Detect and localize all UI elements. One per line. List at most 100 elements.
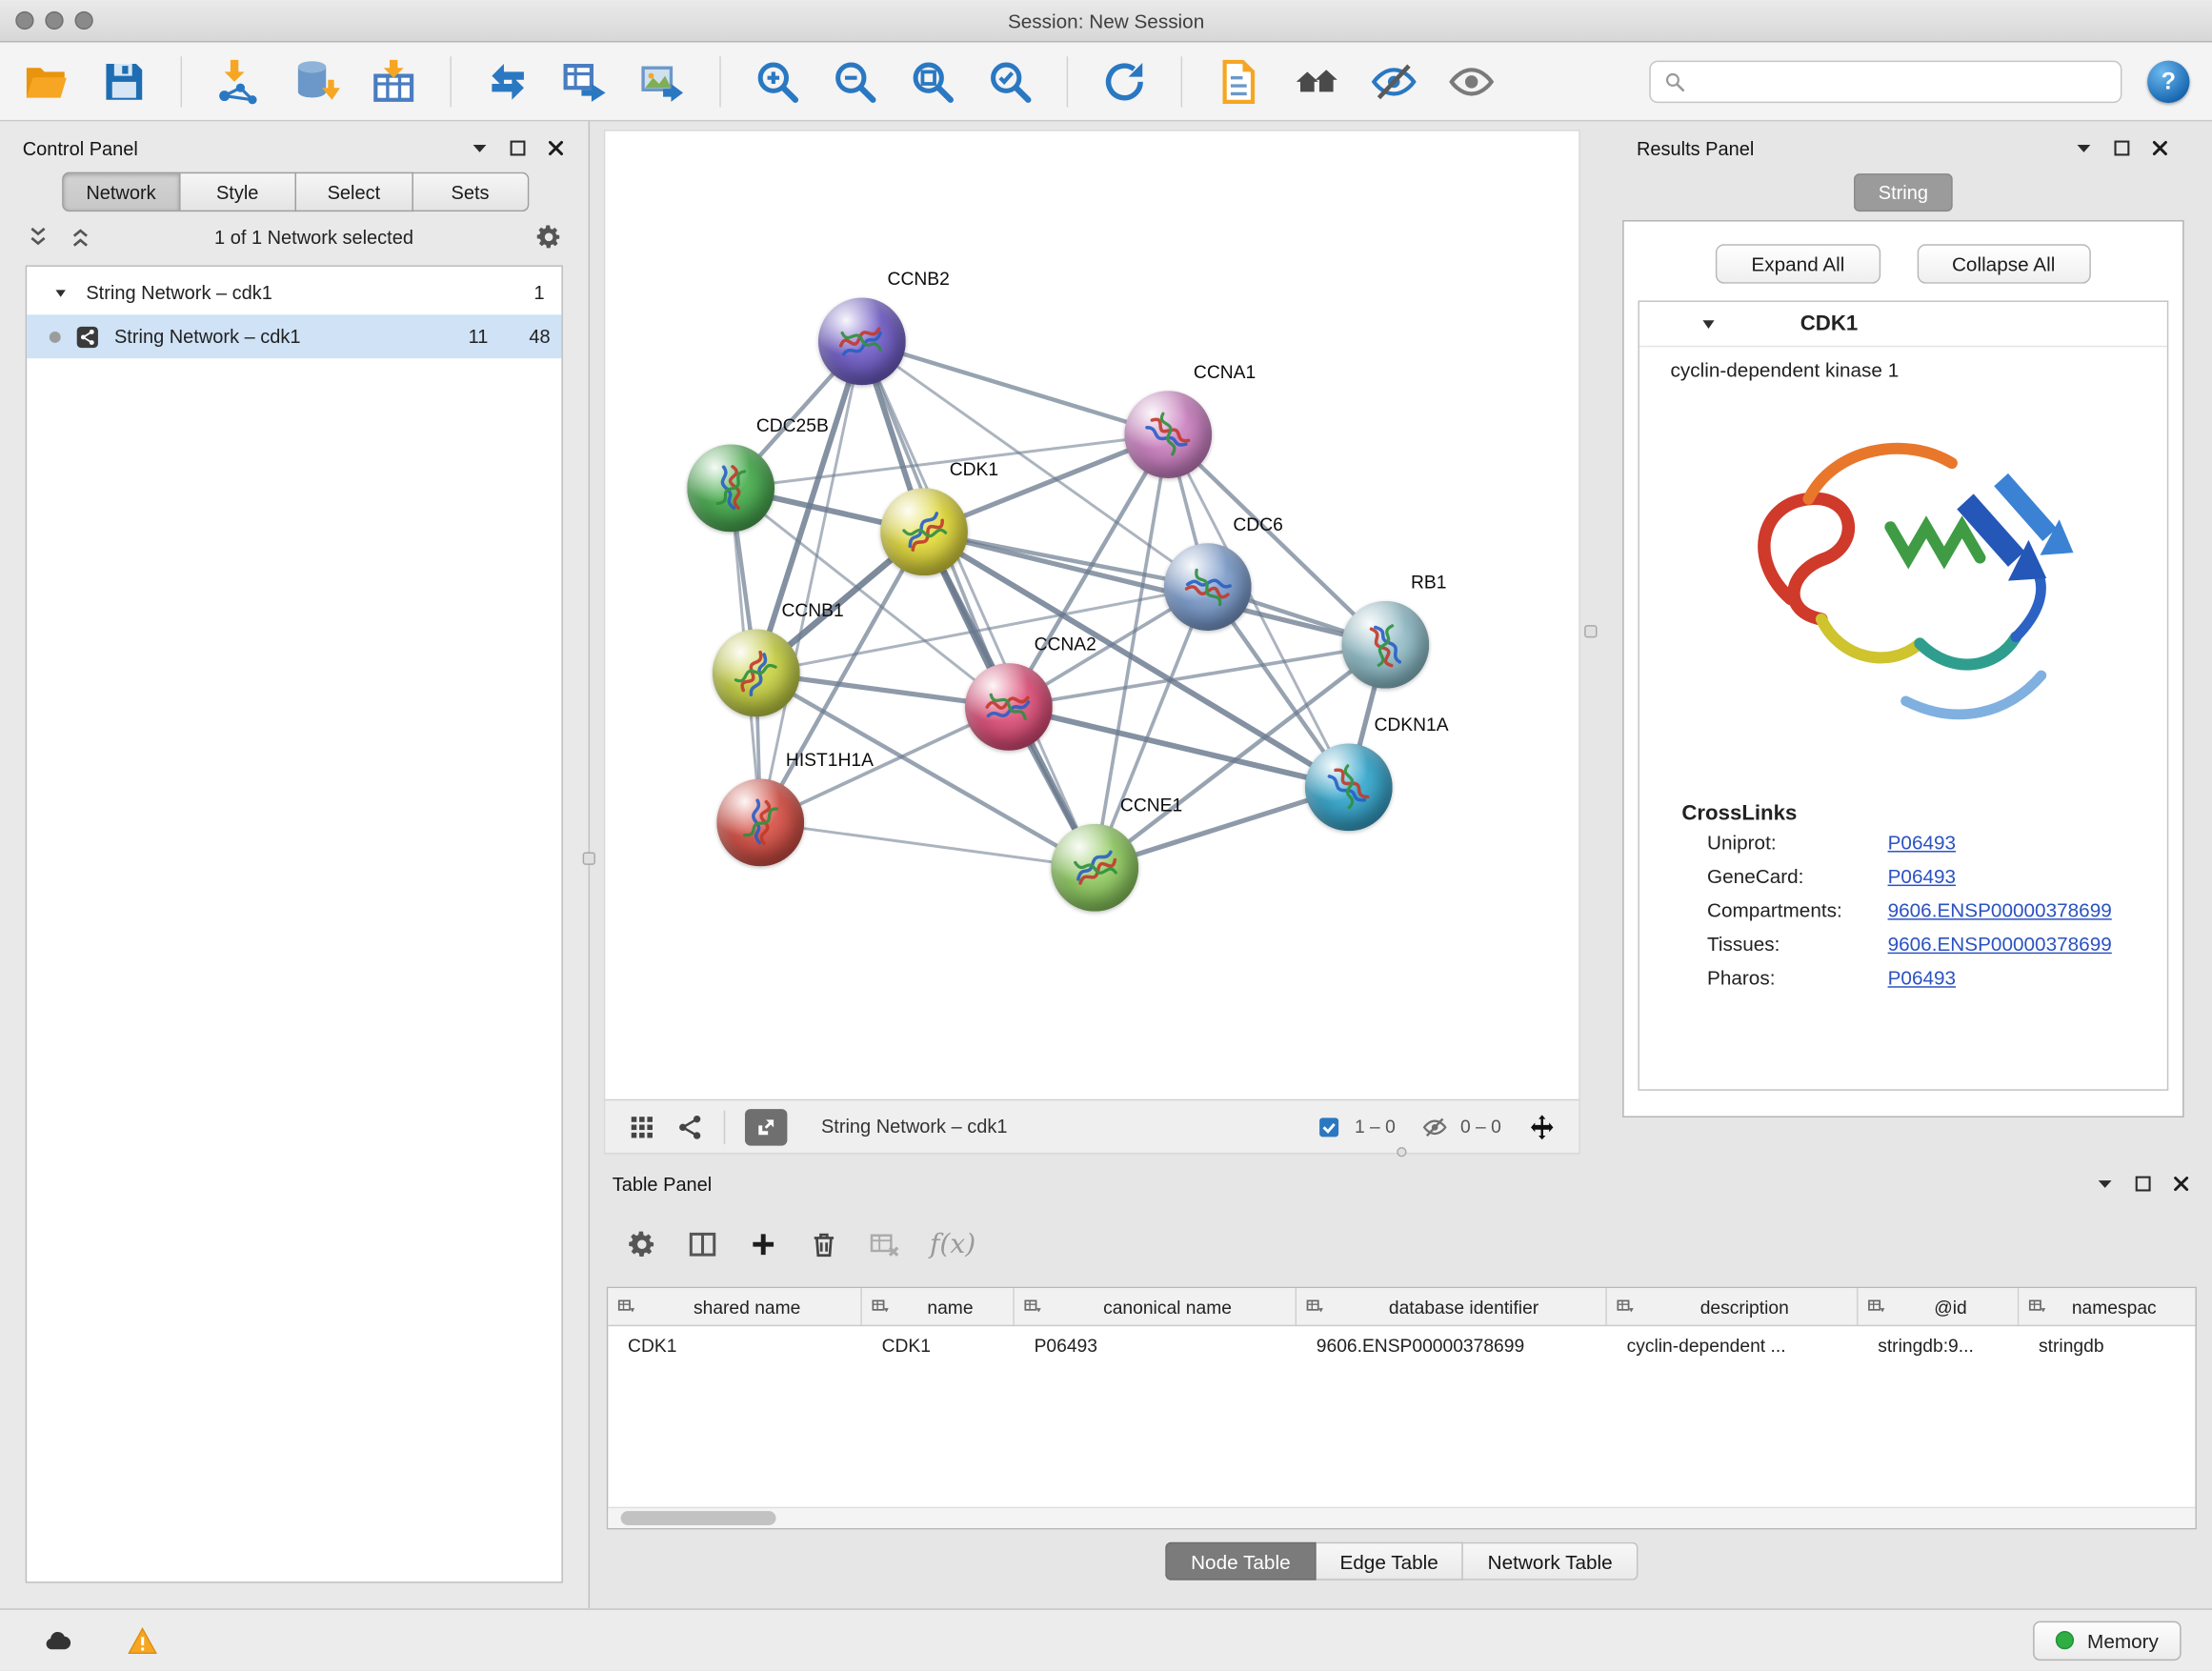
column-header-database-identifier[interactable]: database identifier xyxy=(1297,1288,1607,1325)
network-collection-row[interactable]: String Network – cdk1 1 xyxy=(27,271,561,314)
table-row[interactable]: CDK1CDK1P064939606.ENSP00000378699cyclin… xyxy=(608,1326,2195,1364)
splitter-handle-left[interactable] xyxy=(583,853,595,865)
detach-view-button[interactable] xyxy=(745,1108,787,1145)
close-panel-icon[interactable] xyxy=(2150,138,2170,158)
network-node-ccnb2[interactable] xyxy=(818,297,906,385)
help-button[interactable]: ? xyxy=(2147,60,2189,102)
network-edge[interactable] xyxy=(862,341,1095,867)
memory-button[interactable]: Memory xyxy=(2034,1621,2182,1660)
tab-string[interactable]: String xyxy=(1855,173,1953,211)
splitter-handle-bottom[interactable] xyxy=(1397,1147,1406,1157)
float-panel-icon[interactable] xyxy=(2074,138,2094,158)
tab-network-table[interactable]: Network Table xyxy=(1463,1542,1638,1580)
clone-network-button[interactable] xyxy=(484,57,532,105)
collapse-all-button[interactable]: Collapse All xyxy=(1917,244,2090,283)
tab-sets[interactable]: Sets xyxy=(412,172,529,211)
table-horizontal-scrollbar[interactable] xyxy=(608,1507,2195,1528)
column-header-canonical-name[interactable]: canonical name xyxy=(1015,1288,1297,1325)
maximize-panel-icon[interactable] xyxy=(2133,1174,2153,1194)
add-column-icon[interactable] xyxy=(748,1229,779,1260)
network-edge[interactable] xyxy=(862,341,1168,434)
zoom-selected-button[interactable] xyxy=(986,57,1034,105)
tab-network[interactable]: Network xyxy=(62,172,180,211)
column-header-description[interactable]: description xyxy=(1607,1288,1859,1325)
expand-all-button[interactable]: Expand All xyxy=(1716,244,1880,283)
grid-view-icon[interactable] xyxy=(628,1113,656,1141)
home-button[interactable] xyxy=(1293,57,1340,105)
maximize-panel-icon[interactable] xyxy=(2112,138,2132,158)
close-panel-icon[interactable] xyxy=(546,138,566,158)
selected-elements-checkbox-icon[interactable] xyxy=(1317,1114,1342,1139)
cloud-status-button[interactable] xyxy=(31,1619,85,1661)
hidden-elements-eye-icon[interactable] xyxy=(1422,1114,1448,1139)
column-header-shared-name[interactable]: shared name xyxy=(608,1288,862,1325)
crosslink-value-link[interactable]: P06493 xyxy=(1888,831,1957,854)
tree-expander-icon[interactable] xyxy=(52,284,70,301)
search-input[interactable] xyxy=(1695,70,2108,91)
network-table-button[interactable] xyxy=(561,57,609,105)
table-cell[interactable]: P06493 xyxy=(1015,1335,1297,1356)
collapse-section-icon[interactable] xyxy=(1699,314,1719,334)
window-minimize-button[interactable] xyxy=(45,11,63,30)
show-columns-icon[interactable] xyxy=(687,1229,718,1260)
table-cell[interactable]: stringdb:9... xyxy=(1858,1335,2019,1356)
network-node-ccna2[interactable] xyxy=(965,663,1053,751)
network-node-hist1h1a[interactable] xyxy=(716,779,804,867)
column-header-namespac[interactable]: namespac xyxy=(2019,1288,2183,1325)
network-node-cdk1[interactable] xyxy=(880,488,968,575)
network-edge[interactable] xyxy=(760,822,1095,867)
hide-selected-button[interactable] xyxy=(1370,57,1418,105)
warnings-button[interactable] xyxy=(115,1619,169,1661)
tab-edge-table[interactable]: Edge Table xyxy=(1316,1542,1463,1580)
column-header--id[interactable]: @id xyxy=(1858,1288,2019,1325)
refresh-button[interactable] xyxy=(1100,57,1148,105)
fit-content-icon[interactable] xyxy=(1528,1113,1557,1141)
expand-all-networks-icon[interactable] xyxy=(68,224,93,250)
show-all-button[interactable] xyxy=(1448,57,1496,105)
crosslink-value-link[interactable]: 9606.ENSP00000378699 xyxy=(1888,933,2112,956)
network-canvas[interactable]: CCNB2CCNA1CDC25BCDK1CDC6RB1CCNB1CCNA2CDK… xyxy=(605,131,1579,1099)
tab-style[interactable]: Style xyxy=(180,172,296,211)
import-table-button[interactable] xyxy=(370,57,417,105)
save-button[interactable] xyxy=(100,57,148,105)
crosslink-value-link[interactable]: P06493 xyxy=(1888,966,1957,989)
splitter-handle-right[interactable] xyxy=(1584,625,1597,637)
network-node-ccna1[interactable] xyxy=(1124,391,1212,478)
crosslink-value-link[interactable]: P06493 xyxy=(1888,865,1957,888)
zoom-out-button[interactable] xyxy=(831,57,878,105)
delete-column-icon[interactable] xyxy=(809,1229,840,1260)
tab-select[interactable]: Select xyxy=(296,172,412,211)
window-zoom-button[interactable] xyxy=(74,11,92,30)
network-node-ccnb1[interactable] xyxy=(713,630,800,717)
import-network-button[interactable] xyxy=(214,57,262,105)
table-cell[interactable]: cyclin-dependent ... xyxy=(1607,1335,1859,1356)
import-database-button[interactable] xyxy=(292,57,340,105)
network-options-gear-icon[interactable] xyxy=(534,223,563,252)
window-titlebar[interactable]: Session: New Session xyxy=(0,0,2212,42)
maximize-panel-icon[interactable] xyxy=(508,138,528,158)
crosslink-value-link[interactable]: 9606.ENSP00000378699 xyxy=(1888,898,2112,921)
network-node-cdc6[interactable] xyxy=(1164,543,1252,631)
close-panel-icon[interactable] xyxy=(2171,1174,2191,1194)
annotations-button[interactable] xyxy=(1215,57,1262,105)
table-cell[interactable]: 9606.ENSP00000378699 xyxy=(1297,1335,1607,1356)
network-node-rb1[interactable] xyxy=(1341,601,1429,689)
float-panel-icon[interactable] xyxy=(2095,1174,2115,1194)
network-edge[interactable] xyxy=(1009,707,1349,787)
zoom-fit-button[interactable] xyxy=(909,57,956,105)
table-cell[interactable]: CDK1 xyxy=(608,1335,862,1356)
column-header-name[interactable]: name xyxy=(862,1288,1015,1325)
protein-card-header[interactable]: CDK1 xyxy=(1639,302,2167,347)
collapse-all-networks-icon[interactable] xyxy=(26,224,51,250)
scrollbar-thumb[interactable] xyxy=(621,1511,776,1525)
window-close-button[interactable] xyxy=(15,11,33,30)
network-node-ccne1[interactable] xyxy=(1051,824,1138,912)
table-options-gear-icon[interactable] xyxy=(627,1229,658,1260)
network-row[interactable]: String Network – cdk1 11 48 xyxy=(27,314,561,358)
table-cell[interactable]: stringdb xyxy=(2019,1335,2183,1356)
overview-icon[interactable] xyxy=(675,1113,704,1141)
tab-node-table[interactable]: Node Table xyxy=(1165,1542,1316,1580)
zoom-in-button[interactable] xyxy=(754,57,801,105)
network-node-cdc25b[interactable] xyxy=(687,445,774,533)
float-panel-icon[interactable] xyxy=(470,138,490,158)
